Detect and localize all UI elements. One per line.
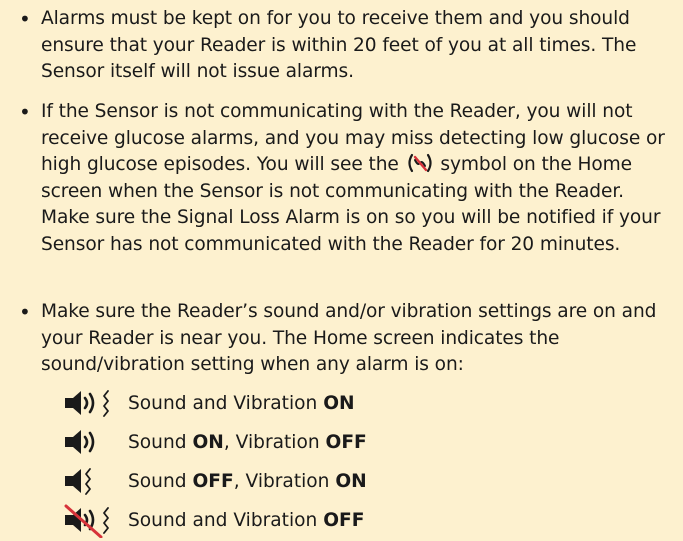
setting-state: OFF <box>323 510 365 531</box>
setting-state: OFF <box>192 471 234 492</box>
sound-off-vibration-on-icon <box>63 465 121 499</box>
setting-label-part: , Vibration <box>233 471 336 492</box>
sound-on-vibration-off-icon <box>63 426 121 460</box>
setting-label-part: Sound <box>128 471 193 492</box>
bullet-item-sound-vibration: • Make sure the Reader’s sound and/or vi… <box>19 299 675 379</box>
sound-vibration-settings-list: Sound and Vibration ON Sound ON, Vibrati… <box>63 387 563 541</box>
setting-label-part: Sound <box>128 432 193 453</box>
bullet-dot: • <box>19 300 31 324</box>
setting-label-part: Sound and Vibration <box>128 510 324 531</box>
setting-label: Sound ON, Vibration OFF <box>128 430 367 456</box>
bullet-text: If the Sensor is not communicating with … <box>41 99 675 258</box>
bullet-dot: • <box>19 100 31 124</box>
bullet-text: Make sure the Reader’s sound and/or vibr… <box>41 301 657 375</box>
setting-state: ON <box>323 393 355 414</box>
bullet-text: Alarms must be kept on for you to receiv… <box>41 8 637 82</box>
alarm-info-page: • Alarms must be kept on for you to rece… <box>0 0 683 541</box>
setting-label: Sound and Vibration ON <box>128 391 355 417</box>
setting-label: Sound OFF, Vibration ON <box>128 469 367 495</box>
setting-state: ON <box>335 471 367 492</box>
setting-state: OFF <box>325 432 367 453</box>
bullet-dot: • <box>19 7 31 31</box>
bullet-item-signal-loss: • If the Sensor is not communicating wit… <box>19 99 675 258</box>
setting-state: ON <box>192 432 224 453</box>
setting-row-sound-on-vibration-off: Sound ON, Vibration OFF <box>63 426 563 463</box>
setting-row-sound-vibration-off: Sound and Vibration OFF <box>63 504 563 541</box>
sound-vibration-off-icon <box>63 504 121 538</box>
setting-label-part: Sound and Vibration <box>128 393 324 414</box>
setting-label: Sound and Vibration OFF <box>128 508 364 534</box>
bullet-item-alarms-on: • Alarms must be kept on for you to rece… <box>19 6 675 86</box>
setting-label-part: , Vibration <box>223 432 326 453</box>
sound-vibration-on-icon <box>63 387 121 421</box>
setting-row-sound-off-vibration-on: Sound OFF, Vibration ON <box>63 465 563 502</box>
setting-row-sound-vibration-on: Sound and Vibration ON <box>63 387 563 424</box>
signal-loss-icon <box>405 152 435 174</box>
